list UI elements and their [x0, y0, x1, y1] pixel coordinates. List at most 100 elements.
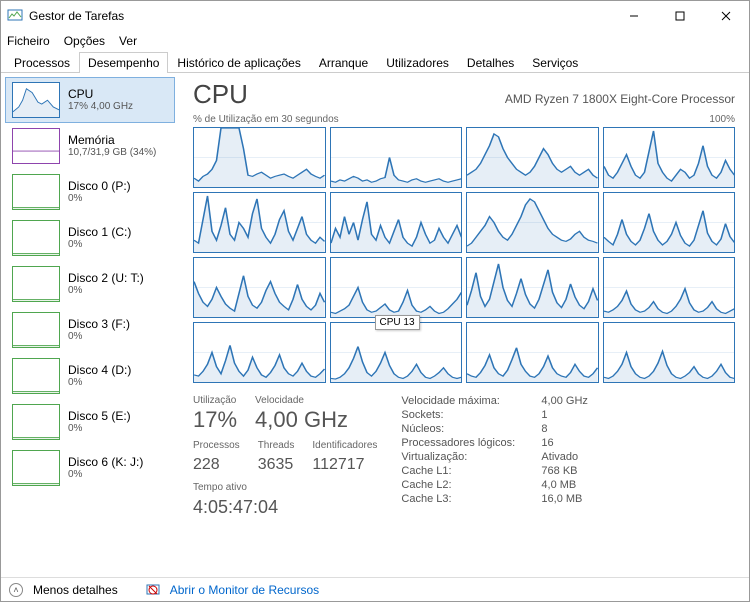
cpu-cell-4[interactable]	[193, 192, 326, 253]
sidebar-item-disco-4-d-[interactable]: Disco 4 (D:)0%	[5, 353, 175, 399]
sidebar-item-sub: 10,7/31,9 GB (34%)	[68, 147, 156, 159]
sidebar-item-sub: 0%	[68, 331, 130, 343]
uptime-value: 4:05:47:04	[193, 497, 377, 519]
tab-details[interactable]: Detalhes	[458, 52, 523, 73]
graph-label-right: 100%	[709, 114, 735, 125]
sidebar-item-sub: 0%	[68, 377, 131, 389]
stat-value: 3635	[258, 455, 295, 474]
mini-chart	[12, 174, 60, 210]
mini-chart	[12, 312, 60, 348]
cpu-cell-15[interactable]	[603, 322, 736, 383]
spec-value: 4,00 GHz	[541, 395, 587, 407]
window-title: Gestor de Tarefas	[29, 9, 124, 23]
menubar: Ficheiro Opções Ver	[1, 31, 749, 51]
sidebar-item-disco-5-e-[interactable]: Disco 5 (E:)0%	[5, 399, 175, 445]
sidebar-item-sub: 0%	[68, 239, 131, 251]
sidebar-item-title: Disco 2 (U: T:)	[68, 271, 144, 285]
tab-startup[interactable]: Arranque	[310, 52, 377, 73]
spec-key: Virtualização:	[401, 451, 541, 463]
spec-value: 1	[541, 409, 587, 421]
graph-label-left: % de Utilização em 30 segundos	[193, 114, 339, 125]
sidebar-item-mem-ria[interactable]: Memória10,7/31,9 GB (34%)	[5, 123, 175, 169]
sidebar-item-title: Disco 5 (E:)	[68, 409, 131, 423]
spec-key: Cache L3:	[401, 493, 541, 505]
cpu-cell-6[interactable]	[466, 192, 599, 253]
tab-app-history[interactable]: Histórico de aplicações	[168, 52, 309, 73]
resource-monitor-icon	[146, 583, 160, 597]
sidebar-item-sub: 0%	[68, 193, 131, 205]
tab-users[interactable]: Utilizadores	[377, 52, 458, 73]
stat-label: Utilização	[193, 395, 237, 406]
sidebar-item-disco-0-p-[interactable]: Disco 0 (P:)0%	[5, 169, 175, 215]
cpu-tooltip: CPU 13	[375, 315, 420, 330]
stat-value: 4,00 GHz	[255, 408, 348, 432]
fewer-details-link[interactable]: Menos detalhes	[33, 583, 118, 597]
menu-file[interactable]: Ficheiro	[7, 34, 50, 48]
sidebar-item-title: Disco 4 (D:)	[68, 363, 131, 377]
spec-key: Sockets:	[401, 409, 541, 421]
minimize-button[interactable]	[611, 1, 657, 31]
close-button[interactable]	[703, 1, 749, 31]
cpu-cell-5[interactable]	[330, 192, 463, 253]
cpu-cell-3[interactable]	[603, 127, 736, 188]
cpu-cell-1[interactable]	[330, 127, 463, 188]
detail-title: CPU	[193, 79, 248, 110]
sidebar-item-sub: 0%	[68, 469, 143, 481]
spec-value: Ativado	[541, 451, 587, 463]
mini-chart	[12, 82, 60, 118]
tab-performance[interactable]: Desempenho	[79, 52, 168, 73]
sidebar-item-disco-6-k-j-[interactable]: Disco 6 (K: J:)0%	[5, 445, 175, 491]
sidebar-item-title: CPU	[68, 87, 133, 101]
spec-value: 16,0 MB	[541, 493, 587, 505]
tab-services[interactable]: Serviços	[523, 52, 587, 73]
cpu-cell-7[interactable]	[603, 192, 736, 253]
mini-chart	[12, 358, 60, 394]
chevron-up-icon[interactable]: ˄	[9, 583, 23, 597]
app-icon	[7, 8, 23, 24]
cpu-cell-14[interactable]	[466, 322, 599, 383]
spec-key: Cache L1:	[401, 465, 541, 477]
menu-options[interactable]: Opções	[64, 34, 105, 48]
cpu-cell-2[interactable]	[466, 127, 599, 188]
spec-key: Processadores lógicos:	[401, 437, 541, 449]
cpu-cell-11[interactable]	[603, 257, 736, 318]
tab-strip: Processos Desempenho Histórico de aplica…	[1, 51, 749, 73]
sidebar-item-disco-3-f-[interactable]: Disco 3 (F:)0%	[5, 307, 175, 353]
stat-label: Threads	[258, 440, 295, 451]
titlebar: Gestor de Tarefas	[1, 1, 749, 31]
cpu-cell-10[interactable]	[466, 257, 599, 318]
spec-key: Cache L2:	[401, 479, 541, 491]
sidebar-item-title: Disco 3 (F:)	[68, 317, 130, 331]
cpu-cell-9[interactable]	[330, 257, 463, 318]
cpu-cell-12[interactable]	[193, 322, 326, 383]
stat-label: Processos	[193, 440, 240, 451]
menu-view[interactable]: Ver	[119, 34, 137, 48]
cpu-cell-0[interactable]	[193, 127, 326, 188]
stat-value: 228	[193, 455, 240, 474]
spec-value: 4,0 MB	[541, 479, 587, 491]
spec-value: 16	[541, 437, 587, 449]
sidebar-item-disco-2-u-t-[interactable]: Disco 2 (U: T:)0%	[5, 261, 175, 307]
cpu-graph-grid[interactable]: CPU 13	[193, 127, 735, 383]
sidebar-item-sub: 0%	[68, 423, 131, 435]
sidebar-item-cpu[interactable]: CPU17% 4,00 GHz	[5, 77, 175, 123]
mini-chart	[12, 128, 60, 164]
sidebar-item-title: Disco 6 (K: J:)	[68, 455, 143, 469]
cpu-cell-8[interactable]	[193, 257, 326, 318]
tab-processes[interactable]: Processos	[5, 52, 79, 73]
cpu-cell-13[interactable]: CPU 13	[330, 322, 463, 383]
resource-list: CPU17% 4,00 GHzMemória10,7/31,9 GB (34%)…	[1, 73, 179, 579]
stat-value: 112717	[312, 455, 377, 474]
detail-pane: CPU AMD Ryzen 7 1800X Eight-Core Process…	[179, 73, 749, 579]
stat-label: Identificadores	[312, 440, 377, 451]
spec-value: 8	[541, 423, 587, 435]
mini-chart	[12, 404, 60, 440]
maximize-button[interactable]	[657, 1, 703, 31]
open-resource-monitor-link[interactable]: Abrir o Monitor de Recursos	[170, 583, 319, 597]
mini-chart	[12, 220, 60, 256]
spec-key: Núcleos:	[401, 423, 541, 435]
mini-chart	[12, 450, 60, 486]
sidebar-item-sub: 17% 4,00 GHz	[68, 101, 133, 113]
sidebar-item-title: Memória	[68, 133, 156, 147]
sidebar-item-disco-1-c-[interactable]: Disco 1 (C:)0%	[5, 215, 175, 261]
